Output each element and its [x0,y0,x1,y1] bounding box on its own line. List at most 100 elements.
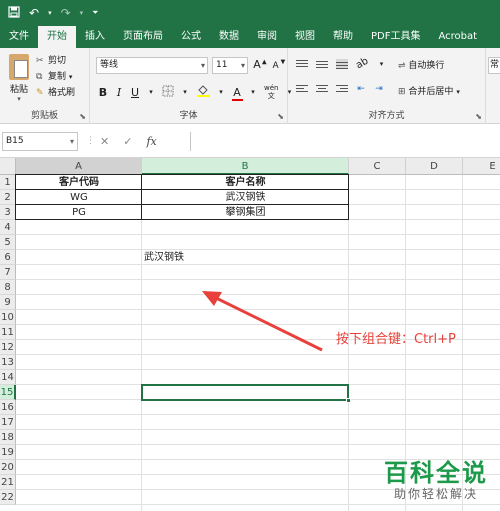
italic-button[interactable]: I [114,86,124,99]
formula-input[interactable] [190,132,500,151]
row-header-18[interactable]: 18 [0,430,16,445]
row-header-2[interactable]: 2 [0,190,16,205]
row-header-4[interactable]: 4 [0,220,16,235]
row-header-12[interactable]: 12 [0,340,16,355]
format-painter-button[interactable]: ✎ 格式刷 [36,85,75,101]
tab-6[interactable]: 审阅 [248,26,286,48]
underline-button[interactable]: U [130,86,140,99]
column-header-b[interactable]: B [142,158,349,175]
row-header-19[interactable]: 19 [0,445,16,460]
undo-icon[interactable]: ↶ [29,6,39,20]
tab-4[interactable]: 公式 [172,26,210,48]
font-color-dropdown-icon[interactable]: ▾ [248,88,258,96]
customize-toolbar-icon[interactable]: ⏷ [92,8,98,18]
watermark: 百科全说 助你轻松解决 [384,459,488,501]
column-header-c[interactable]: C [349,158,406,175]
tab-5[interactable]: 数据 [210,26,248,48]
row-header-22[interactable]: 22 [0,490,16,505]
wrap-text-button[interactable]: ⇌ 自动换行 [398,58,444,71]
tab-1[interactable]: 开始 [38,26,76,48]
increase-indent-icon[interactable]: ⇥ [374,84,384,94]
enter-icon[interactable]: ✓ [123,135,132,148]
align-top-icon[interactable] [296,59,308,69]
paste-button[interactable]: 粘贴 ▾ [4,54,34,103]
row-header-21[interactable]: 21 [0,475,16,490]
row-header-11[interactable]: 11 [0,325,16,340]
tab-10[interactable]: Acrobat [429,26,486,48]
tab-7[interactable]: 视图 [286,26,324,48]
column-header-e[interactable]: E [463,158,500,175]
redo-dropdown-icon[interactable]: ▾ [80,9,84,17]
align-bottom-icon[interactable] [336,58,348,69]
select-all-corner[interactable] [0,158,16,175]
clipboard-launcher-icon[interactable]: ⬊ [79,112,86,121]
row-header-10[interactable]: 10 [0,310,16,325]
font-size-select[interactable]: 11 ▾ [212,57,248,74]
row-header-5[interactable]: 5 [0,235,16,250]
phonetic-label: wén [264,84,279,92]
row-header-6[interactable]: 6 [0,250,16,265]
active-cell-selection[interactable] [141,384,349,401]
clipboard-group: 粘贴 ▾ ✂ 剪切 ⧉ 复制 ▾ ✎ 格式刷 剪贴板 ⬊ [0,48,90,124]
row-header-7[interactable]: 7 [0,265,16,280]
table-outline [15,174,349,220]
column-header-a[interactable]: A [16,158,142,175]
phonetic-button[interactable]: wén 文 [264,84,278,100]
merge-center-button[interactable]: ⊞ 合并后居中 ▾ [398,84,460,97]
redo-icon[interactable]: ↷ [61,6,71,20]
row-header-3[interactable]: 3 [0,205,16,220]
font-color-icon[interactable]: A [232,86,243,101]
row-header-17[interactable]: 17 [0,415,16,430]
decrease-indent-icon[interactable]: ⇤ [356,84,366,94]
align-middle-icon[interactable] [316,59,328,69]
cut-button[interactable]: ✂ 剪切 [36,53,75,69]
copy-button[interactable]: ⧉ 复制 ▾ [36,69,75,85]
row-header-9[interactable]: 9 [0,295,16,310]
orientation-dropdown-icon[interactable]: ▾ [376,60,386,68]
format-painter-label: 格式刷 [48,88,76,98]
border-icon[interactable] [162,85,174,100]
tab-2[interactable]: 插入 [76,26,114,48]
cancel-icon[interactable]: ✕ [100,135,109,148]
number-format-select[interactable]: 常 [488,57,500,74]
row-header-15[interactable]: 15 [0,385,16,400]
tab-9[interactable]: PDF工具集 [362,26,429,48]
bold-button[interactable]: B [98,86,108,99]
shrink-font-label: A [272,61,279,71]
font-family-select[interactable]: 等线 ▾ [96,57,208,74]
save-icon[interactable] [8,5,20,21]
font-group-label: 字体 [179,111,198,121]
undo-dropdown-icon[interactable]: ▾ [48,9,52,17]
fill-color-dropdown-icon[interactable]: ▾ [216,88,226,96]
row-header-8[interactable]: 8 [0,280,16,295]
shrink-font-button[interactable]: A ▼ [271,58,286,71]
formula-bar-resize-icon[interactable]: ⋮ [86,136,95,146]
copy-dropdown-icon: ▾ [68,73,73,81]
insert-function-icon[interactable]: fx [146,135,156,148]
alignment-launcher-icon[interactable]: ⬊ [475,112,482,121]
align-left-icon[interactable] [296,84,308,94]
cell-b6[interactable]: 武汉钢铁 [142,251,349,264]
align-center-icon[interactable] [316,84,328,94]
border-dropdown-icon[interactable]: ▾ [180,88,190,96]
align-right-icon[interactable] [336,84,348,94]
row-gridline [16,279,500,280]
underline-dropdown-icon[interactable]: ▾ [146,88,156,96]
grow-font-button[interactable]: A▲ [252,58,266,71]
paste-dropdown-icon: ▾ [17,95,21,103]
font-launcher-icon[interactable]: ⬊ [277,112,284,121]
tab-0[interactable]: 文件 [0,26,38,48]
fill-color-icon[interactable] [196,84,210,100]
column-header-d[interactable]: D [406,158,463,175]
orientation-icon[interactable]: ab [354,56,370,72]
fill-handle[interactable] [346,398,351,403]
row-header-14[interactable]: 14 [0,370,16,385]
name-box[interactable]: B15 ▾ [2,132,78,151]
row-header-1[interactable]: 1 [0,175,16,190]
tab-8[interactable]: 帮助 [324,26,362,48]
row-header-13[interactable]: 13 [0,355,16,370]
name-box-dropdown-icon: ▾ [69,137,74,146]
row-header-20[interactable]: 20 [0,460,16,475]
tab-3[interactable]: 页面布局 [114,26,172,48]
row-header-16[interactable]: 16 [0,400,16,415]
